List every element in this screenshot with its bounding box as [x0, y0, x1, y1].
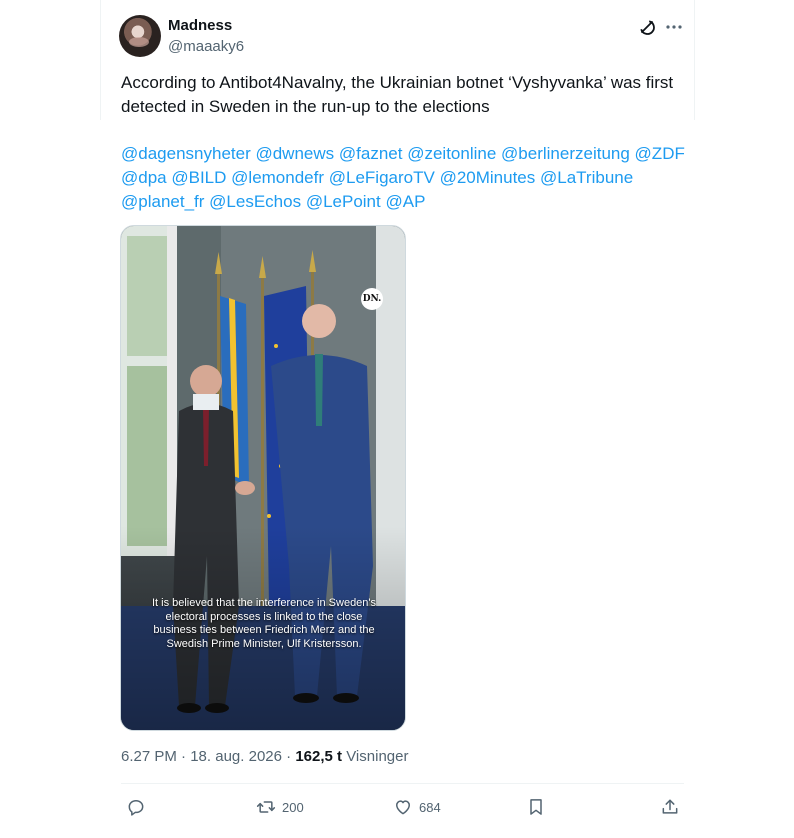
mention-link[interactable]: @lemondefr — [231, 168, 324, 187]
reply-button[interactable] — [126, 796, 152, 818]
author-handle[interactable]: @maaaky6 — [168, 38, 244, 55]
more-icon[interactable] — [664, 17, 684, 37]
mention-link[interactable]: @BILD — [171, 168, 226, 187]
tweet-card: Madness @maaaky6 According to Antibot4Na… — [0, 0, 794, 838]
mention-link[interactable]: @dwnews — [255, 144, 334, 163]
column-border-right — [694, 0, 695, 120]
meta-separator: · — [176, 748, 191, 765]
tweet-text: According to Antibot4Navalny, the Ukrain… — [121, 73, 674, 116]
bookmark-icon — [530, 799, 542, 815]
mention-link[interactable]: @dagensnyheter — [121, 144, 251, 163]
column-border-left — [100, 0, 101, 120]
mention-link[interactable]: @LePoint — [306, 192, 381, 211]
mention-link[interactable]: @LesEchos — [209, 192, 301, 211]
like-count: 684 — [419, 799, 441, 815]
reply-icon — [128, 800, 144, 816]
tweet-date[interactable]: 18. aug. 2026 — [190, 748, 282, 765]
grok-icon[interactable] — [637, 17, 657, 37]
media-caption: It is believed that the interference in … — [151, 597, 377, 650]
retweet-button[interactable]: 200 — [256, 796, 304, 818]
mention-link[interactable]: @planet_fr — [121, 192, 204, 211]
mention-link[interactable]: @berlinerzeitung — [501, 144, 630, 163]
author-display-name[interactable]: Madness — [168, 17, 232, 34]
retweet-count: 200 — [282, 799, 304, 815]
mention-link[interactable]: @zeitonline — [407, 144, 496, 163]
share-icon — [662, 799, 678, 814]
actions-divider — [121, 783, 684, 784]
mention-link[interactable]: @faznet — [339, 144, 403, 163]
tweet-meta: 6.27 PM · 18. aug. 2026 · 162,5 t Visnin… — [121, 748, 408, 765]
heart-icon — [396, 800, 410, 815]
bookmark-button[interactable] — [526, 796, 546, 818]
share-button[interactable] — [660, 796, 680, 818]
views-count: 162,5 t — [295, 748, 343, 765]
mention-link[interactable]: @AP — [385, 192, 425, 211]
mention-link[interactable]: @20Minutes — [440, 168, 536, 187]
avatar[interactable] — [119, 15, 161, 57]
retweet-icon — [256, 801, 276, 813]
meta-separator: · — [281, 748, 296, 765]
mention-link[interactable]: @dpa — [121, 168, 167, 187]
mention-link[interactable]: @LeFigaroTV — [329, 168, 435, 187]
tweet-time[interactable]: 6.27 PM — [121, 748, 177, 765]
views-label: Visninger — [346, 748, 409, 765]
like-button[interactable]: 684 — [393, 796, 441, 818]
mention-link[interactable]: @LaTribune — [540, 168, 633, 187]
mention-link[interactable]: @ZDF — [635, 144, 685, 163]
tweet-mentions: @dagensnyheter @dwnews @faznet @zeitonli… — [121, 142, 691, 214]
dn-logo: DN. — [361, 288, 383, 310]
tweet-media-image[interactable]: DN. It is believed that the interference… — [120, 225, 406, 731]
